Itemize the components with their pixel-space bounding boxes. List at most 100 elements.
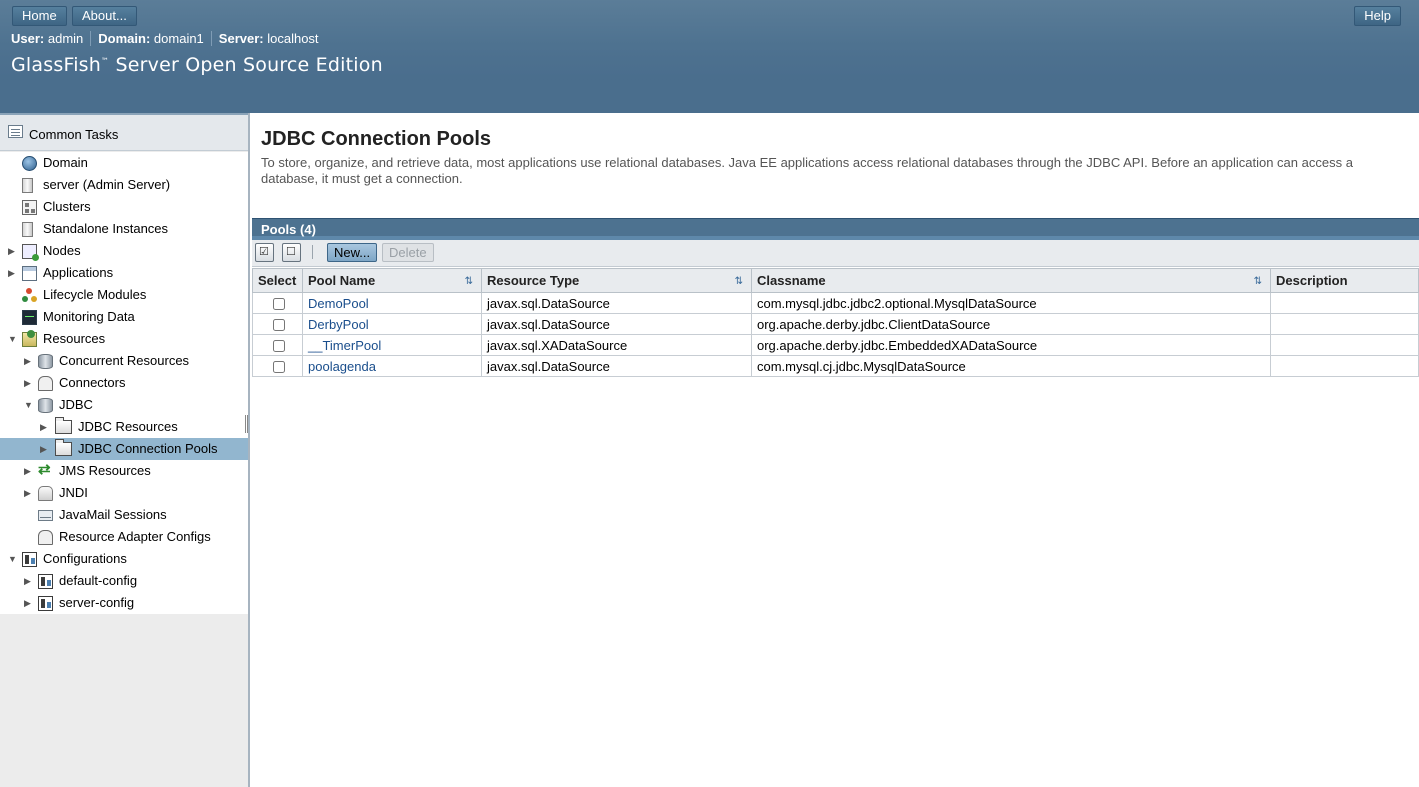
expand-arrow-icon[interactable]: ▶	[24, 570, 34, 592]
sidebar-item-label: JMS Resources	[59, 463, 151, 478]
connector-icon	[38, 376, 53, 391]
sidebar-item-default-config[interactable]: ▶ default-config	[0, 570, 248, 592]
sidebar-item-concurrent-resources[interactable]: ▶ Concurrent Resources	[0, 350, 248, 372]
sidebar-resize-handle[interactable]	[245, 415, 248, 433]
product-title: GlassFish™ Server Open Source Edition	[11, 54, 383, 76]
row-select-checkbox[interactable]	[273, 319, 285, 332]
column-header-classname[interactable]: Classname ⇅	[751, 268, 1271, 293]
common-tasks-header[interactable]: Common Tasks	[0, 113, 248, 151]
select-all-button[interactable]: ☑	[255, 243, 274, 262]
sidebar-item-configurations[interactable]: ▼ Configurations	[0, 548, 248, 570]
row-select-checkbox[interactable]	[273, 361, 285, 374]
sidebar-item-label: Nodes	[43, 243, 81, 258]
pool-name-link[interactable]: poolagenda	[308, 359, 376, 374]
sort-icon[interactable]: ⇅	[735, 276, 743, 287]
deselect-all-button[interactable]: ☐	[282, 243, 301, 262]
sidebar-item-javamail-sessions[interactable]: JavaMail Sessions	[0, 504, 248, 526]
pool-name-cell: poolagenda	[302, 355, 482, 377]
sidebar-item-lifecycle-modules[interactable]: Lifecycle Modules	[0, 284, 248, 306]
lifecycle-icon	[22, 288, 37, 303]
row-select-checkbox[interactable]	[273, 340, 285, 353]
expand-arrow-icon[interactable]: ▶	[24, 592, 34, 614]
page-title: JDBC Connection Pools	[261, 128, 492, 150]
expand-arrow-icon[interactable]: ▶	[8, 262, 18, 284]
sidebar-item-nodes[interactable]: ▶ Nodes	[0, 240, 248, 262]
jms-icon	[38, 459, 53, 481]
description-cell	[1270, 313, 1419, 335]
sort-icon[interactable]: ⇅	[465, 276, 473, 287]
masthead: Home About... Help User: admin Domain: d…	[0, 0, 1419, 113]
sidebar-item-label: JDBC	[59, 397, 93, 412]
pool-name-cell: DemoPool	[302, 292, 482, 314]
sidebar-item-server-config[interactable]: ▶ server-config	[0, 592, 248, 614]
delete-button[interactable]: Delete	[382, 243, 434, 262]
column-header-pool-name[interactable]: Pool Name ⇅	[302, 268, 482, 293]
select-cell	[252, 313, 303, 335]
classname-cell: com.mysql.cj.jdbc.MysqlDataSource	[751, 355, 1271, 377]
deselect-all-icon: ☐	[286, 246, 296, 258]
navigation-sidebar: Common Tasks Domain server (Admin Server)…	[0, 113, 250, 787]
sidebar-item-standalone-instances[interactable]: Standalone Instances	[0, 218, 248, 240]
expand-arrow-icon[interactable]: ▶	[24, 350, 34, 372]
sidebar-item-jdbc-resources[interactable]: ▶ JDBC Resources	[0, 416, 248, 438]
sort-icon[interactable]: ⇅	[1254, 276, 1262, 287]
server-info: Server: localhost	[218, 31, 319, 46]
sidebar-item-label: server-config	[59, 595, 135, 610]
pools-table-title-bar: Pools (4)	[252, 218, 1419, 240]
new-button[interactable]: New...	[327, 243, 378, 262]
table-row: __TimerPool javax.sql.XADataSource org.apa…	[252, 334, 1419, 356]
sidebar-item-clusters[interactable]: Clusters	[0, 196, 248, 218]
user-info-bar: User: admin Domain: domain1 Server: loca…	[11, 31, 333, 46]
sidebar-item-label: Standalone Instances	[43, 221, 169, 236]
collapse-arrow-icon[interactable]: ▼	[8, 548, 18, 570]
classname-cell: org.apache.derby.jdbc.ClientDataSource	[751, 313, 1271, 335]
config-icon	[38, 574, 53, 589]
sidebar-item-label: JNDI	[59, 485, 88, 500]
sidebar-item-jdbc-connection-pools[interactable]: ▶ JDBC Connection Pools	[0, 438, 248, 460]
sidebar-item-applications[interactable]: ▶ Applications	[0, 262, 248, 284]
table-toolbar: ☑ ☐ New... Delete	[252, 240, 1419, 267]
sidebar-item-label: Monitoring Data	[43, 309, 135, 324]
resource-type-cell: javax.sql.DataSource	[481, 313, 752, 335]
sidebar-item-jndi[interactable]: ▶ JNDI	[0, 482, 248, 504]
table-row: DemoPool javax.sql.DataSource com.mysql.jd…	[252, 292, 1419, 314]
sidebar-item-monitoring-data[interactable]: Monitoring Data	[0, 306, 248, 328]
database-icon	[38, 398, 53, 413]
sidebar-item-domain[interactable]: Domain	[0, 152, 248, 174]
pool-name-link[interactable]: __TimerPool	[308, 338, 381, 353]
expand-arrow-icon[interactable]: ▶	[24, 460, 34, 482]
description-cell	[1270, 292, 1419, 314]
expand-arrow-icon[interactable]: ▶	[24, 482, 34, 504]
collapse-arrow-icon[interactable]: ▼	[24, 394, 34, 416]
row-select-checkbox[interactable]	[273, 298, 285, 311]
database-icon	[38, 354, 53, 369]
home-button[interactable]: Home	[12, 6, 67, 26]
sidebar-item-connectors[interactable]: ▶ Connectors	[0, 372, 248, 394]
page-help-text: To store, organize, and retrieve data, m…	[261, 155, 1353, 186]
select-cell	[252, 292, 303, 314]
sidebar-item-label: Concurrent Resources	[59, 353, 190, 368]
collapse-arrow-icon[interactable]: ▼	[8, 328, 18, 350]
help-button[interactable]: Help	[1354, 6, 1401, 26]
sidebar-item-jdbc[interactable]: ▼ JDBC	[0, 394, 248, 416]
common-tasks-label: Common Tasks	[29, 127, 119, 142]
pool-name-link[interactable]: DerbyPool	[308, 317, 369, 332]
expand-arrow-icon[interactable]: ▶	[40, 416, 50, 438]
server-icon	[22, 178, 33, 193]
jndi-icon	[38, 486, 53, 501]
expand-arrow-icon[interactable]: ▶	[8, 240, 18, 262]
table-row: DerbyPool javax.sql.DataSource org.apache.…	[252, 313, 1419, 335]
column-header-resource-type[interactable]: Resource Type ⇅	[481, 268, 752, 293]
expand-arrow-icon[interactable]: ▶	[40, 438, 50, 460]
sidebar-item-resource-adapter-configs[interactable]: Resource Adapter Configs	[0, 526, 248, 548]
expand-arrow-icon[interactable]: ▶	[24, 372, 34, 394]
description-cell	[1270, 334, 1419, 356]
pools-table: Select Pool Name ⇅ Resource Type ⇅ Classna…	[252, 268, 1419, 377]
sidebar-item-jms-resources[interactable]: ▶ JMS Resources	[0, 459, 248, 482]
pool-name-link[interactable]: DemoPool	[308, 296, 369, 311]
toolbar-separator	[312, 245, 313, 259]
about-button[interactable]: About...	[72, 6, 137, 26]
sidebar-item-resources[interactable]: ▼ Resources	[0, 328, 248, 350]
sidebar-item-server-admin-server[interactable]: server (Admin Server)	[0, 174, 248, 196]
resource-type-cell: javax.sql.DataSource	[481, 292, 752, 314]
